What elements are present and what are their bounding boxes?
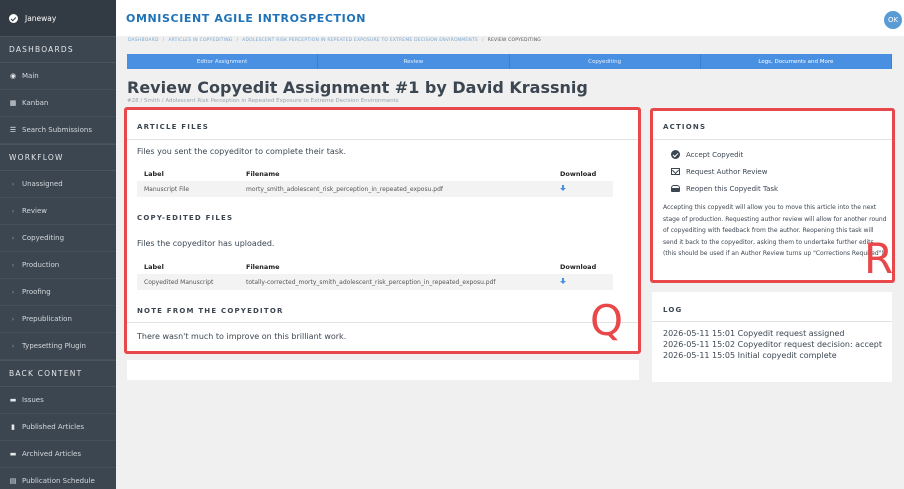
user-menu[interactable]: Janeway [0,0,116,36]
sidebar-item-main[interactable]: ◉ Main [0,63,116,90]
sidebar-heading-dashboards: DASHBOARDS [0,36,116,63]
page-subtitle: #28 / Smith / Adolescent Risk Perception… [127,98,399,104]
breadcrumb: DASHBOARD / ARTICLES IN COPYEDITING / ADOLES… [128,38,541,43]
log-entry: 2026-05-11 15:02 Copyeditor request deci… [663,340,883,349]
avatar[interactable]: OK [884,11,902,29]
breadcrumb-current: REVIEW COPYEDITING [487,38,541,43]
folder-icon: ▬ [9,396,17,404]
user-name: Janeway [25,13,57,23]
file-icon: ▮ [11,423,15,431]
sidebar-item-published-articles[interactable]: ▮ Published Articles [0,414,116,441]
calendar-icon: ▤ [9,477,17,485]
breadcrumb-dashboard[interactable]: DASHBOARD [128,38,159,43]
tab-copyediting[interactable]: Copyediting [509,54,701,69]
sidebar-item-proofing[interactable]: › Proofing [0,279,116,306]
sidebar-item-kanban[interactable]: ▦ Kanban [0,90,116,117]
chevron-right-icon: › [11,288,15,296]
check-circle-icon [9,13,18,23]
breadcrumb-articles-in-copyediting[interactable]: ARTICLES IN COPYEDITING [168,38,232,43]
kanban-icon: ▦ [9,99,17,107]
page-title: Review Copyedit Assignment #1 by David K… [127,78,588,97]
breadcrumb-article[interactable]: ADOLESCENT RISK PERCEPTION IN REPEATED E… [242,38,478,43]
sidebar-item-search-submissions[interactable]: ☰ Search Submissions [0,117,116,144]
tab-editor-assignment[interactable]: Editor Assignment [127,54,319,69]
chevron-right-icon: › [11,234,15,242]
dashboard-icon: ◉ [9,72,17,80]
list-icon: ☰ [9,126,17,134]
annotation-label-r: R [864,234,894,283]
tab-logs-documents[interactable]: Logs, Documents and More [700,54,892,69]
workflow-tabs: Editor Assignment Review Copyediting Log… [127,54,892,69]
sidebar-item-unassigned[interactable]: › Unassigned [0,171,116,198]
chevron-right-icon: › [11,261,15,269]
sidebar-item-issues[interactable]: ▬ Issues [0,387,116,414]
sidebar-item-typesetting-plugin[interactable]: › Typesetting Plugin [0,333,116,360]
sidebar-item-copyediting[interactable]: › Copyediting [0,225,116,252]
sidebar-item-review[interactable]: › Review [0,198,116,225]
chevron-right-icon: › [11,207,15,215]
chevron-right-icon: › [11,180,15,188]
app-title[interactable]: OMNISCIENT AGILE INTROSPECTION [126,12,366,25]
chevron-right-icon: › [11,342,15,350]
chevron-right-icon: › [11,315,15,323]
log-entry: 2026-05-11 15:05 Initial copyedit comple… [663,351,837,360]
sidebar-item-production[interactable]: › Production [0,252,116,279]
annotation-label-q: Q [590,296,624,345]
sidebar-item-prepublication[interactable]: › Prepublication [0,306,116,333]
sidebar-item-archived-articles[interactable]: ▬ Archived Articles [0,441,116,468]
card-footer [127,360,639,380]
sidebar-heading-back-content: BACK CONTENT [0,360,116,387]
sidebar: Janeway DASHBOARDS ◉ Main ▦ Kanban ☰ Search… [0,0,116,489]
annotation-box-r [650,108,895,283]
archive-icon: ▬ [9,450,17,458]
log-heading: LOG [663,306,683,314]
top-bar: OMNISCIENT AGILE INTROSPECTION OK [116,0,904,36]
log-entry: 2026-05-11 15:01 Copyedit request assign… [663,329,845,338]
annotation-box-q [124,107,641,354]
tab-review[interactable]: Review [318,54,510,69]
log-card: LOG 2026-05-11 15:01 Copyedit request as… [652,292,892,382]
divider [652,321,892,322]
sidebar-heading-workflow: WORKFLOW [0,144,116,171]
sidebar-item-publication-schedule[interactable]: ▤ Publication Schedule [0,468,116,489]
